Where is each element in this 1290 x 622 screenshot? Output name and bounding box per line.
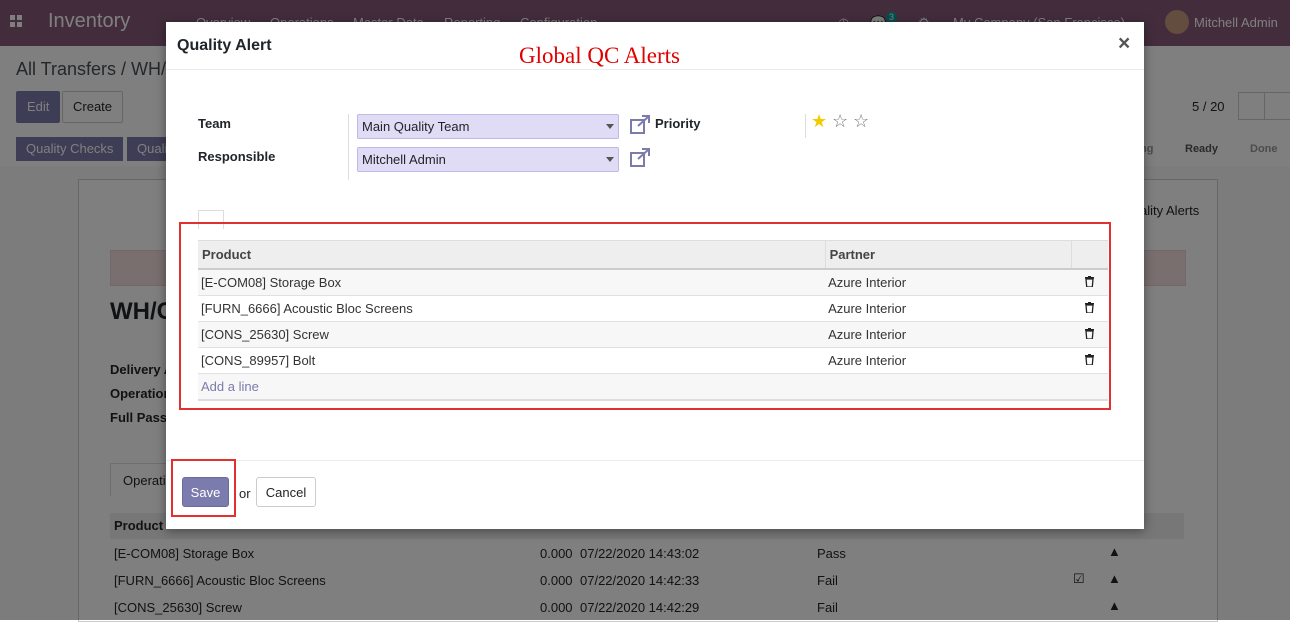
- line-product[interactable]: [FURN_6666] Acoustic Bloc Screens: [198, 295, 826, 322]
- dialog-footer: Save or Cancel: [166, 459, 1144, 530]
- star-empty-icon[interactable]: ☆: [853, 111, 869, 132]
- save-button[interactable]: Save: [182, 477, 229, 507]
- column-header-product[interactable]: Product: [198, 240, 826, 270]
- close-icon[interactable]: ×: [1118, 32, 1130, 56]
- priority-label: Priority: [655, 116, 701, 131]
- alert-lines-table: Product Partner [E-COM08] Storage Box Az…: [198, 240, 1108, 401]
- column-header-actions: [1071, 240, 1108, 270]
- annotation-text: Global QC Alerts: [519, 43, 680, 68]
- dialog-header: Quality Alert Global QC Alerts ×: [166, 22, 1144, 70]
- responsible-label: Responsible: [198, 149, 276, 164]
- dialog-title: Quality Alert: [177, 37, 272, 54]
- line-partner[interactable]: Azure Interior: [825, 295, 1072, 322]
- trash-icon[interactable]: [1071, 321, 1108, 348]
- table-row[interactable]: [FURN_6666] Acoustic Bloc Screens Azure …: [198, 295, 1108, 322]
- add-line-row: Add a line: [198, 373, 1108, 401]
- chevron-down-icon: [606, 157, 614, 162]
- trash-icon[interactable]: [1071, 269, 1108, 296]
- table-row[interactable]: [E-COM08] Storage Box Azure Interior: [198, 269, 1108, 296]
- line-partner[interactable]: Azure Interior: [825, 321, 1072, 348]
- or-text: or: [239, 486, 251, 501]
- star-empty-icon[interactable]: ☆: [832, 111, 848, 132]
- add-line-link[interactable]: Add a line: [201, 379, 259, 394]
- external-link-icon[interactable]: [629, 148, 651, 168]
- line-partner[interactable]: Azure Interior: [825, 347, 1072, 374]
- responsible-value: Mitchell Admin: [362, 152, 446, 167]
- line-product[interactable]: [E-COM08] Storage Box: [198, 269, 826, 296]
- external-link-icon[interactable]: [629, 115, 651, 135]
- divider: [348, 114, 349, 180]
- cancel-button[interactable]: Cancel: [256, 477, 316, 507]
- table-row[interactable]: [CONS_25630] Screw Azure Interior: [198, 321, 1108, 348]
- trash-icon[interactable]: [1071, 295, 1108, 322]
- quality-alert-dialog: Quality Alert Global QC Alerts × Team Re…: [166, 22, 1144, 529]
- table-row[interactable]: [CONS_89957] Bolt Azure Interior: [198, 347, 1108, 374]
- line-product[interactable]: [CONS_25630] Screw: [198, 321, 826, 348]
- team-value: Main Quality Team: [362, 119, 470, 134]
- line-partner[interactable]: Azure Interior: [825, 269, 1072, 296]
- team-select[interactable]: Main Quality Team: [357, 114, 619, 139]
- trash-icon[interactable]: [1071, 347, 1108, 374]
- line-product[interactable]: [CONS_89957] Bolt: [198, 347, 826, 374]
- team-label: Team: [198, 116, 231, 131]
- responsible-select[interactable]: Mitchell Admin: [357, 147, 619, 172]
- star-filled-icon[interactable]: ★: [811, 111, 827, 132]
- chevron-down-icon: [606, 124, 614, 129]
- divider: [805, 114, 806, 138]
- column-header-partner[interactable]: Partner: [824, 240, 1072, 270]
